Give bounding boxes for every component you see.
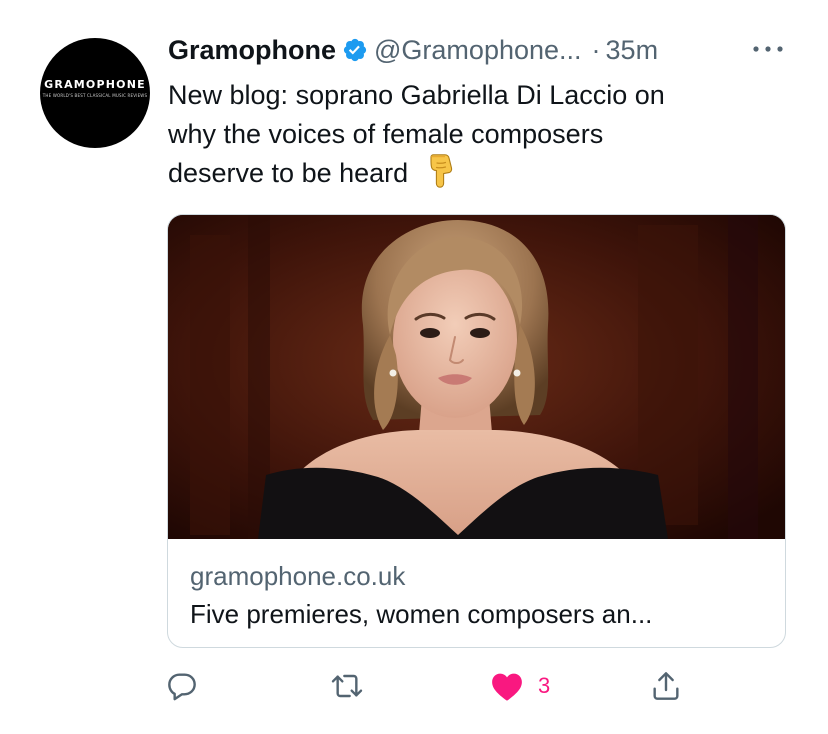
reply-button[interactable] (166, 668, 198, 704)
retweet-button[interactable] (329, 668, 365, 704)
tweet-text-line: deserve to be heard (168, 158, 409, 188)
more-options-icon[interactable] (748, 38, 788, 60)
separator-dot: · (591, 34, 601, 65)
share-icon[interactable] (650, 670, 682, 702)
tweet-text-line: New blog: soprano Gabriella Di Laccio on (168, 80, 665, 110)
avatar-wordmark: GRAMOPHONE (44, 78, 146, 91)
tweet[interactable]: GRAMOPHONE THE WORLD'S BEST CLASSICAL MU… (0, 0, 828, 734)
tweet-header: Gramophone @Gramophone... · 35m (168, 30, 658, 70)
tweet-text: New blog: soprano Gabriella Di Laccio on… (168, 76, 788, 193)
pointing-down-emoji-icon (426, 154, 456, 188)
like-count: 3 (538, 673, 551, 698)
card-title[interactable]: Five premieres, women composers an... (190, 599, 652, 630)
display-name[interactable]: Gramophone (168, 35, 336, 66)
user-handle[interactable]: @Gramophone... (374, 35, 582, 66)
card-domain: gramophone.co.uk (190, 561, 406, 591)
reply-icon[interactable] (166, 670, 198, 702)
tweet-text-line: why the voices of female composers (168, 119, 604, 149)
link-preview-card[interactable]: gramophone.co.uk Five premieres, women c… (167, 214, 786, 648)
verified-badge-icon (342, 37, 368, 63)
like-button[interactable]: 3 (490, 668, 550, 704)
avatar-tagline: THE WORLD'S BEST CLASSICAL MUSIC REVIEWS (42, 93, 148, 98)
tweet-text-line-last: deserve to be heard (168, 154, 788, 193)
heart-filled-icon[interactable] (490, 670, 524, 702)
retweet-icon[interactable] (329, 670, 365, 702)
card-image (168, 215, 785, 539)
timestamp[interactable]: 35m (606, 35, 659, 66)
share-button[interactable] (650, 668, 682, 704)
action-bar: 3 (0, 662, 828, 710)
avatar[interactable]: GRAMOPHONE THE WORLD'S BEST CLASSICAL MU… (40, 38, 150, 148)
